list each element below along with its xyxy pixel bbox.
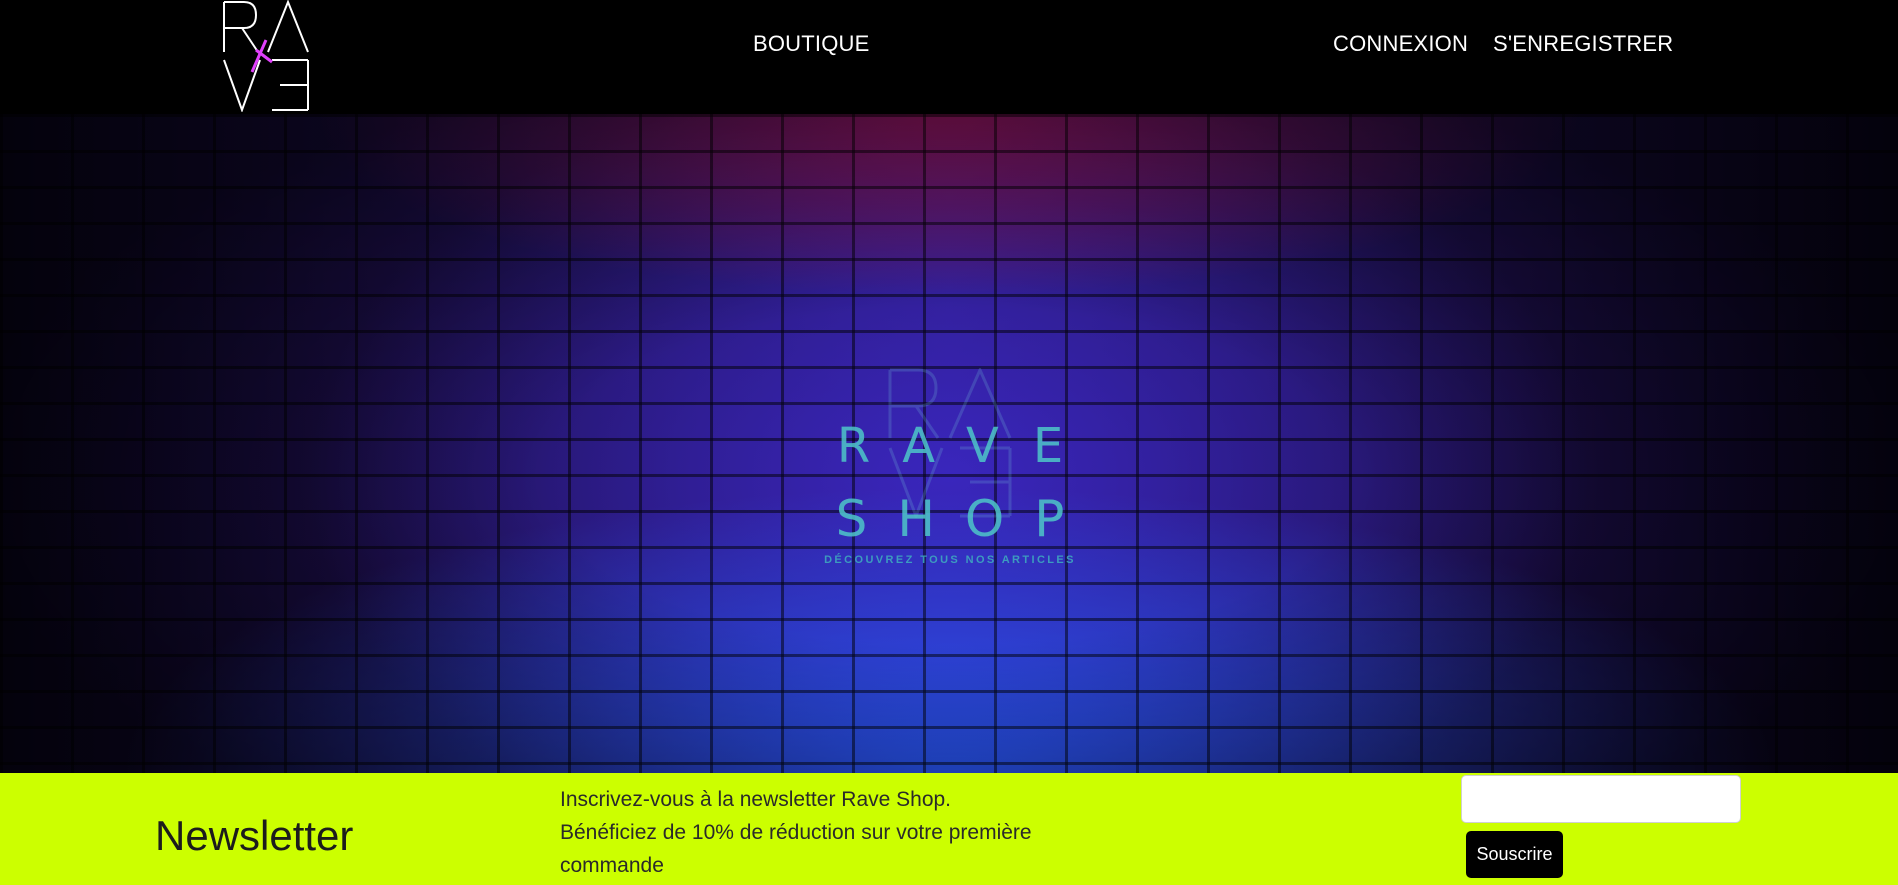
newsletter-title: Newsletter — [155, 812, 354, 859]
hero-brand-rave: RAVE — [836, 418, 1098, 474]
newsletter-description: Inscrivez-vous à la newsletter Rave Shop… — [560, 783, 1080, 882]
newsletter-line-2: Bénéficiez de 10% de réduction sur votre… — [560, 821, 1032, 877]
rave-logo[interactable] — [222, 0, 310, 112]
navbar: BOUTIQUE CONNEXION S'ENREGISTRER — [0, 0, 1898, 114]
newsletter-section: Newsletter Inscrivez-vous à la newslette… — [0, 773, 1898, 885]
hero-tagline: DÉCOUVREZ TOUS NOS ARTICLES — [824, 554, 1076, 566]
nav-register[interactable]: S'ENREGISTRER — [1493, 30, 1673, 58]
newsletter-line-1: Inscrivez-vous à la newsletter Rave Shop… — [560, 788, 952, 811]
hero-brand: RAVE SHOP DÉCOUVREZ TOUS NOS ARTICLES — [800, 248, 1100, 566]
hero-brand-shop: SHOP — [835, 490, 1095, 548]
rave-logo-icon — [223, 0, 309, 112]
nav-connexion[interactable]: CONNEXION — [1333, 30, 1468, 58]
newsletter-email-input[interactable] — [1461, 775, 1741, 823]
subscribe-button[interactable]: Souscrire — [1466, 831, 1563, 878]
nav-boutique[interactable]: BOUTIQUE — [753, 30, 870, 58]
